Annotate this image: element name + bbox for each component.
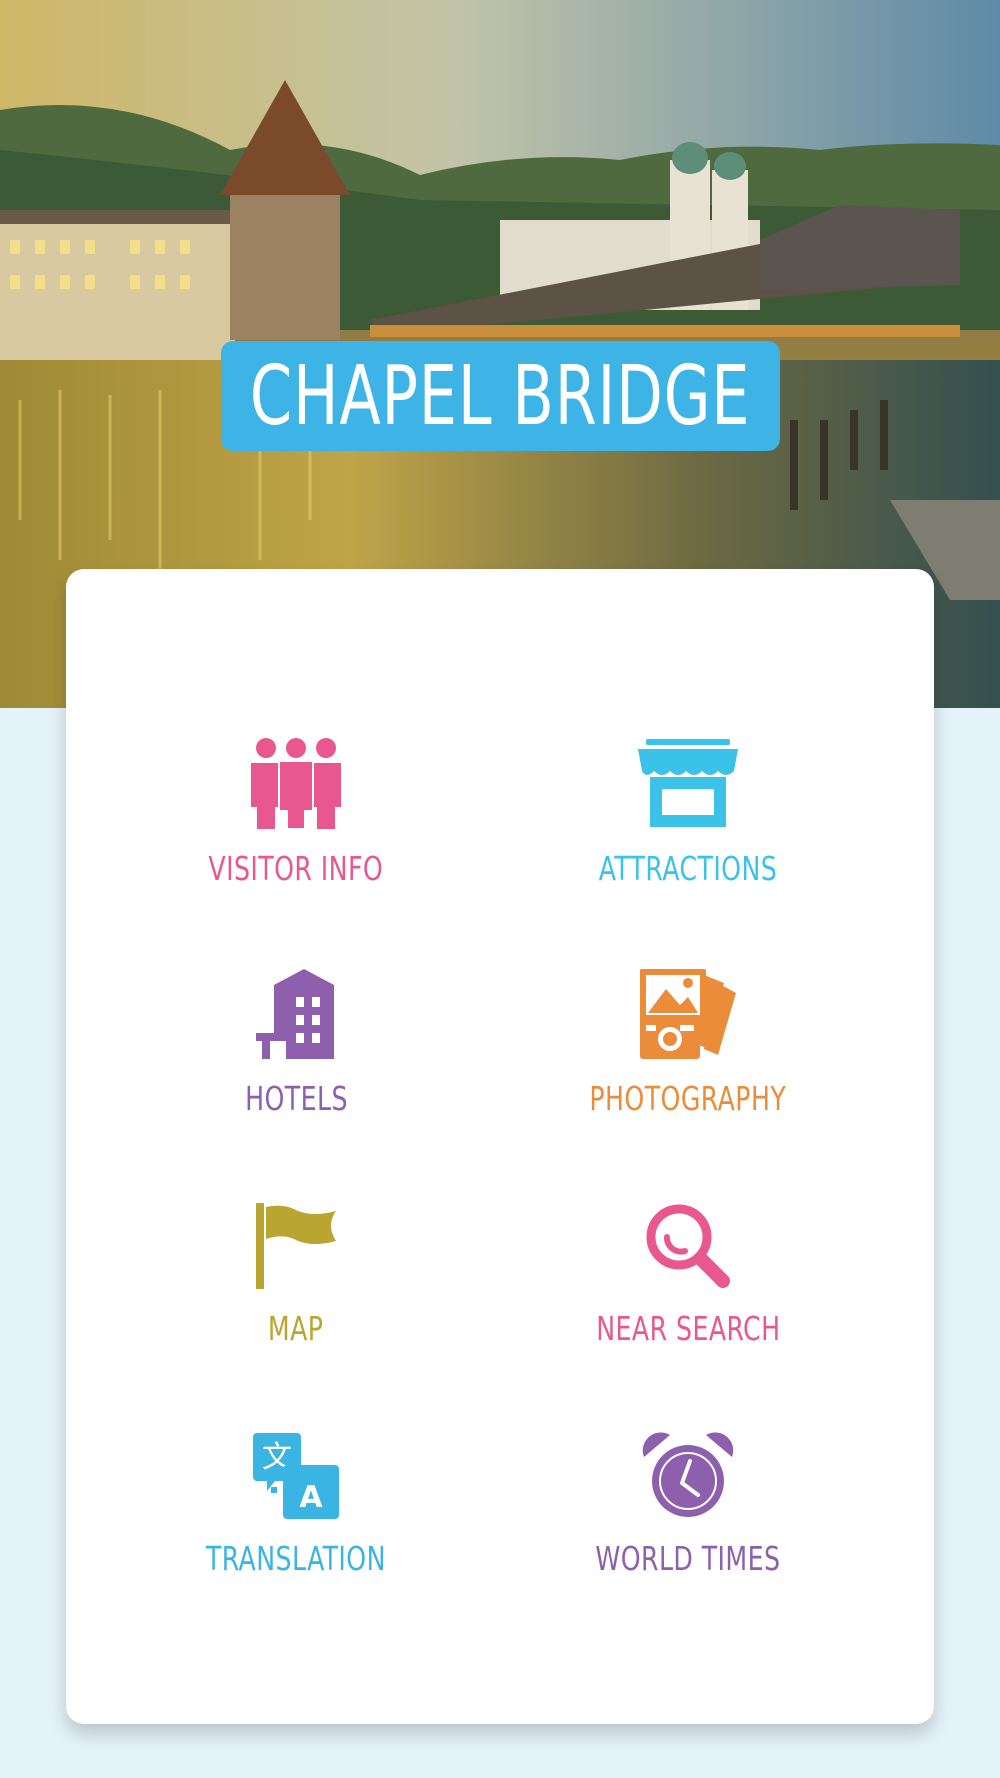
hotels-label: HOTELS [244,1079,348,1118]
translate-icon: 文 A [246,1419,346,1519]
photography-button[interactable]: PHOTOGRAPHY [538,959,838,1139]
attractions-label: ATTRACTIONS [598,849,778,888]
flag-icon [246,1189,346,1289]
visitor-info-button[interactable]: VISITOR INFO [146,729,446,909]
page-title: CHAPEL BRIDGE [250,348,751,444]
svg-text:A: A [299,1480,323,1515]
camera-photos-icon [638,959,738,1059]
attractions-button[interactable]: ATTRACTIONS [538,729,838,909]
menu-card: VISITOR INFO ATTRACTIONS HOTELS PHOTOGRA… [66,569,934,1724]
title-badge: CHAPEL BRIDGE [221,341,780,451]
map-button[interactable]: MAP [146,1189,446,1369]
hotels-button[interactable]: HOTELS [146,959,446,1139]
people-icon [246,729,346,829]
visitor-info-label: VISITOR INFO [208,849,384,888]
photography-label: PHOTOGRAPHY [589,1079,787,1118]
translation-button[interactable]: 文 A TRANSLATION [146,1419,446,1599]
shop-icon [638,729,738,829]
hotel-building-icon [246,959,346,1059]
near-search-label: NEAR SEARCH [595,1309,781,1348]
world-times-button[interactable]: WORLD TIMES [538,1419,838,1599]
alarm-clock-icon [638,1419,738,1519]
near-search-button[interactable]: NEAR SEARCH [538,1189,838,1369]
translation-label: TRANSLATION [206,1539,386,1578]
world-times-label: WORLD TIMES [595,1539,781,1578]
magnifier-icon [638,1189,738,1289]
map-label: MAP [268,1309,324,1348]
